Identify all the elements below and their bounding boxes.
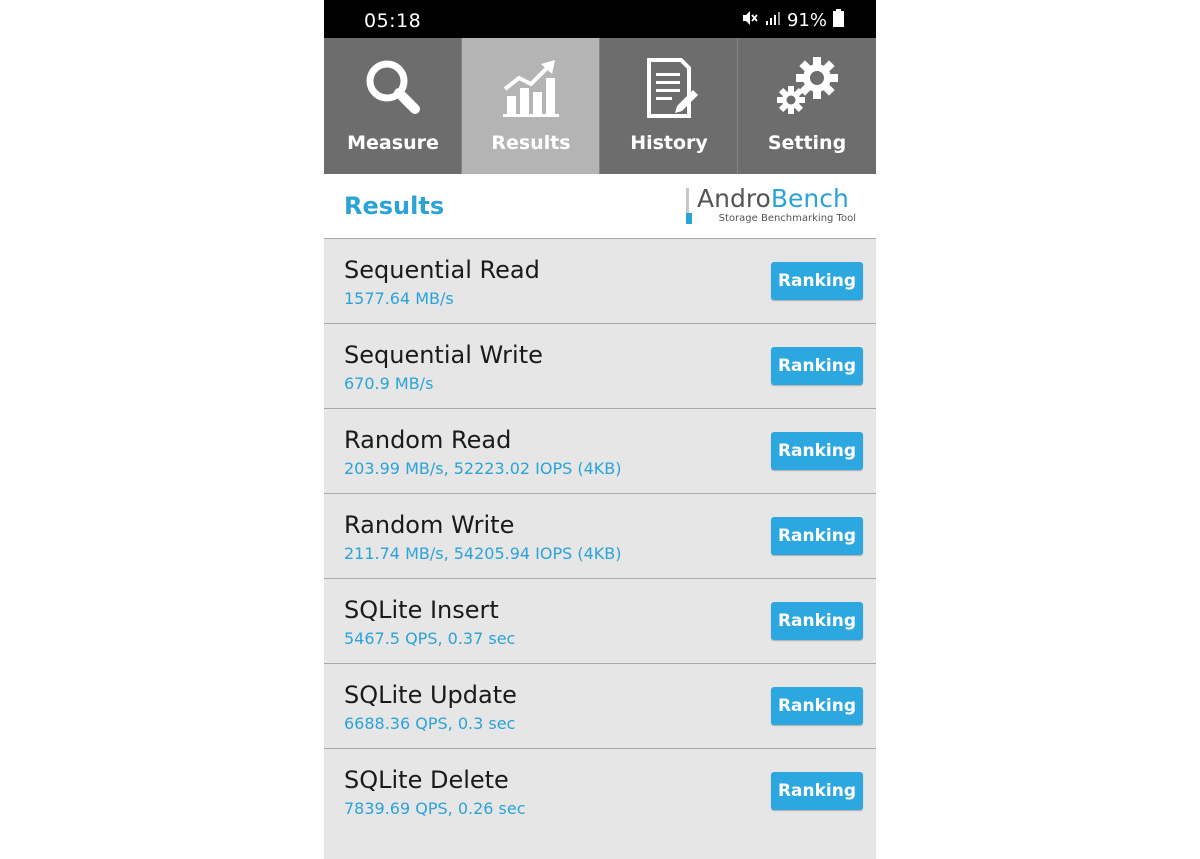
status-indicators: 91% [741,8,844,32]
tab-label: Measure [347,132,439,154]
mute-icon [741,9,759,31]
ranking-button[interactable]: Ranking [771,687,863,725]
logo-tagline: Storage Benchmarking Tool [718,213,856,224]
result-value: 670.9 MB/s [344,374,434,393]
tab-label: Results [491,132,571,154]
ranking-button[interactable]: Ranking [771,347,863,385]
logo-name-bench: Bench [770,184,849,213]
result-name: Sequential Write [344,341,543,369]
gears-icon [738,56,876,120]
ranking-button[interactable]: Ranking [771,602,863,640]
logo-name: AndroBench [697,184,849,213]
result-value: 1577.64 MB/s [344,289,454,308]
result-row-sqlite-update: SQLite Update 6688.36 QPS, 0.3 sec Ranki… [324,664,876,749]
tab-results[interactable]: Results [462,38,600,174]
logo-bar-icon [686,188,689,215]
result-value: 203.99 MB/s, 52223.02 IOPS (4KB) [344,459,622,478]
status-time: 05:18 [364,10,422,32]
result-row-sqlite-delete: SQLite Delete 7839.69 QPS, 0.26 sec Rank… [324,749,876,833]
ranking-button[interactable]: Ranking [771,262,863,300]
result-value: 7839.69 QPS, 0.26 sec [344,799,526,818]
tab-measure[interactable]: Measure [324,38,462,174]
androbench-logo: AndroBench Storage Benchmarking Tool [686,184,856,226]
tab-label: Setting [767,132,847,154]
results-header: Results AndroBench Storage Benchmarking … [324,174,876,239]
battery-percentage: 91% [786,9,827,31]
result-value: 6688.36 QPS, 0.3 sec [344,714,516,733]
phone-screen: 05:18 91% Measure Results History Settin… [324,0,876,859]
result-row-sequential-read: Sequential Read 1577.64 MB/s Ranking [324,239,876,324]
tab-bar: Measure Results History Setting [324,38,876,174]
battery-icon [833,9,844,31]
magnifier-icon [324,56,462,120]
tab-history[interactable]: History [600,38,738,174]
result-name: Sequential Read [344,256,540,284]
result-name: SQLite Insert [344,596,499,624]
result-name: SQLite Delete [344,766,509,794]
signal-icon [765,10,781,30]
page-title: Results [344,192,445,220]
result-name: Random Write [344,511,515,539]
status-bar: 05:18 91% [324,0,876,38]
logo-name-andro: Andro [697,184,771,213]
logo-accent-icon [686,213,692,224]
document-icon [600,56,738,120]
tab-setting[interactable]: Setting [738,38,876,174]
chart-icon [462,56,600,120]
result-name: Random Read [344,426,512,454]
ranking-button[interactable]: Ranking [771,517,863,555]
ranking-button[interactable]: Ranking [771,432,863,470]
result-value: 211.74 MB/s, 54205.94 IOPS (4KB) [344,544,622,563]
result-row-random-read: Random Read 203.99 MB/s, 52223.02 IOPS (… [324,409,876,494]
ranking-button[interactable]: Ranking [771,772,863,810]
result-row-sqlite-insert: SQLite Insert 5467.5 QPS, 0.37 sec Ranki… [324,579,876,664]
result-list: Sequential Read 1577.64 MB/s Ranking Seq… [324,239,876,833]
result-value: 5467.5 QPS, 0.37 sec [344,629,516,648]
result-name: SQLite Update [344,681,517,709]
tab-label: History [630,132,708,154]
result-row-sequential-write: Sequential Write 670.9 MB/s Ranking [324,324,876,409]
result-row-random-write: Random Write 211.74 MB/s, 54205.94 IOPS … [324,494,876,579]
